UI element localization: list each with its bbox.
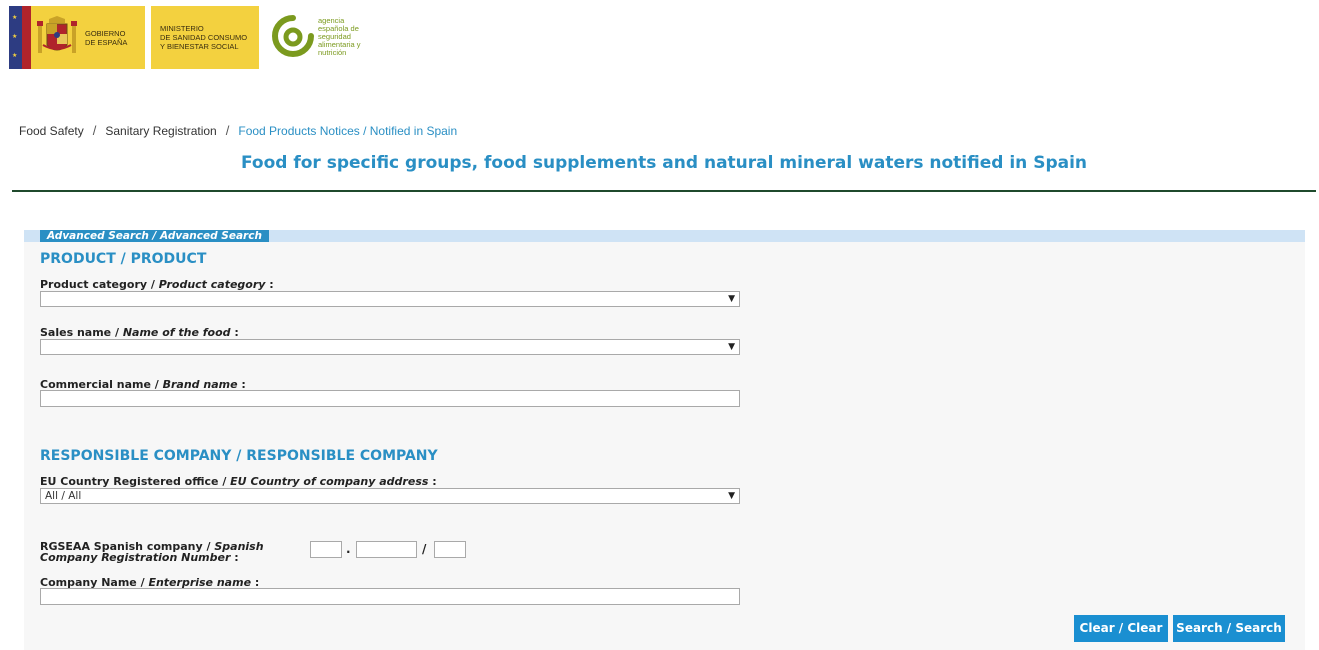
gobierno-text: GOBIERNO DE ESPAÑA (85, 28, 128, 47)
clear-button[interactable]: Clear / Clear (1074, 615, 1168, 642)
product-category-select[interactable]: ▼ (40, 291, 740, 307)
chevron-down-icon: ▼ (728, 342, 735, 352)
breadcrumb-separator: / (92, 123, 97, 138)
rgseaa-dot-separator: . (346, 542, 351, 556)
eu-country-value: All / All (45, 490, 82, 502)
page-title: Food for specific groups, food supplemen… (240, 153, 1088, 173)
breadcrumb-food-safety[interactable]: Food Safety (19, 124, 84, 138)
eu-country-label: EU Country Registered office / EU Countr… (40, 475, 437, 488)
ministry-text: MINISTERIO DE SANIDAD CONSUMO Y BIENESTA… (160, 24, 248, 51)
company-section-title: RESPONSIBLE COMPANY / RESPONSIBLE COMPAN… (40, 448, 438, 464)
product-section-title: PRODUCT / PRODUCT (40, 251, 207, 267)
chevron-down-icon: ▼ (728, 294, 735, 304)
title-divider (12, 190, 1316, 192)
sales-name-select[interactable]: ▼ (40, 339, 740, 355)
search-button[interactable]: Search / Search (1173, 615, 1285, 642)
commercial-name-input[interactable] (40, 390, 740, 407)
aesan-text: agencia española de seguridad alimentari… (318, 16, 361, 57)
product-category-label: Product category / Product category : (40, 278, 274, 291)
chevron-down-icon: ▼ (728, 491, 735, 501)
breadcrumb-sanitary-registration[interactable]: Sanitary Registration (105, 124, 216, 138)
ministry-box: MINISTERIO DE SANIDAD CONSUMO Y BIENESTA… (151, 6, 259, 69)
sales-name-label: Sales name / Name of the food : (40, 326, 239, 339)
coat-of-arms-icon (37, 15, 77, 53)
rgseaa-part3-input[interactable] (434, 541, 466, 558)
eu-flag-strip: ★ ★ ★ (9, 6, 31, 69)
breadcrumb-current: Food Products Notices / Notified in Spai… (238, 123, 458, 138)
rgseaa-label: RGSEAA Spanish company / Spanish Company… (40, 540, 264, 564)
rgseaa-slash-separator: / (422, 542, 427, 556)
advanced-search-panel: Advanced Search / Advanced Search PRODUC… (24, 230, 1305, 650)
eu-country-select[interactable]: All / All ▼ (40, 488, 740, 504)
aesan-logo: agencia española de seguridad alimentari… (272, 14, 361, 58)
government-logo: ★ ★ ★ GOBIERNO DE ESPAÑA MINISTERIO DE S… (9, 6, 259, 69)
breadcrumb-separator: / (225, 123, 230, 138)
gobierno-box: GOBIERNO DE ESPAÑA (31, 6, 145, 69)
company-name-input[interactable] (40, 588, 740, 605)
rgseaa-part1-input[interactable] (310, 541, 342, 558)
rgseaa-part2-input[interactable] (356, 541, 417, 558)
aesan-spiral-icon (272, 15, 314, 57)
advanced-search-tab[interactable]: Advanced Search / Advanced Search (40, 230, 269, 242)
breadcrumb: Food Safety / Sanitary Registration / Fo… (19, 123, 457, 138)
